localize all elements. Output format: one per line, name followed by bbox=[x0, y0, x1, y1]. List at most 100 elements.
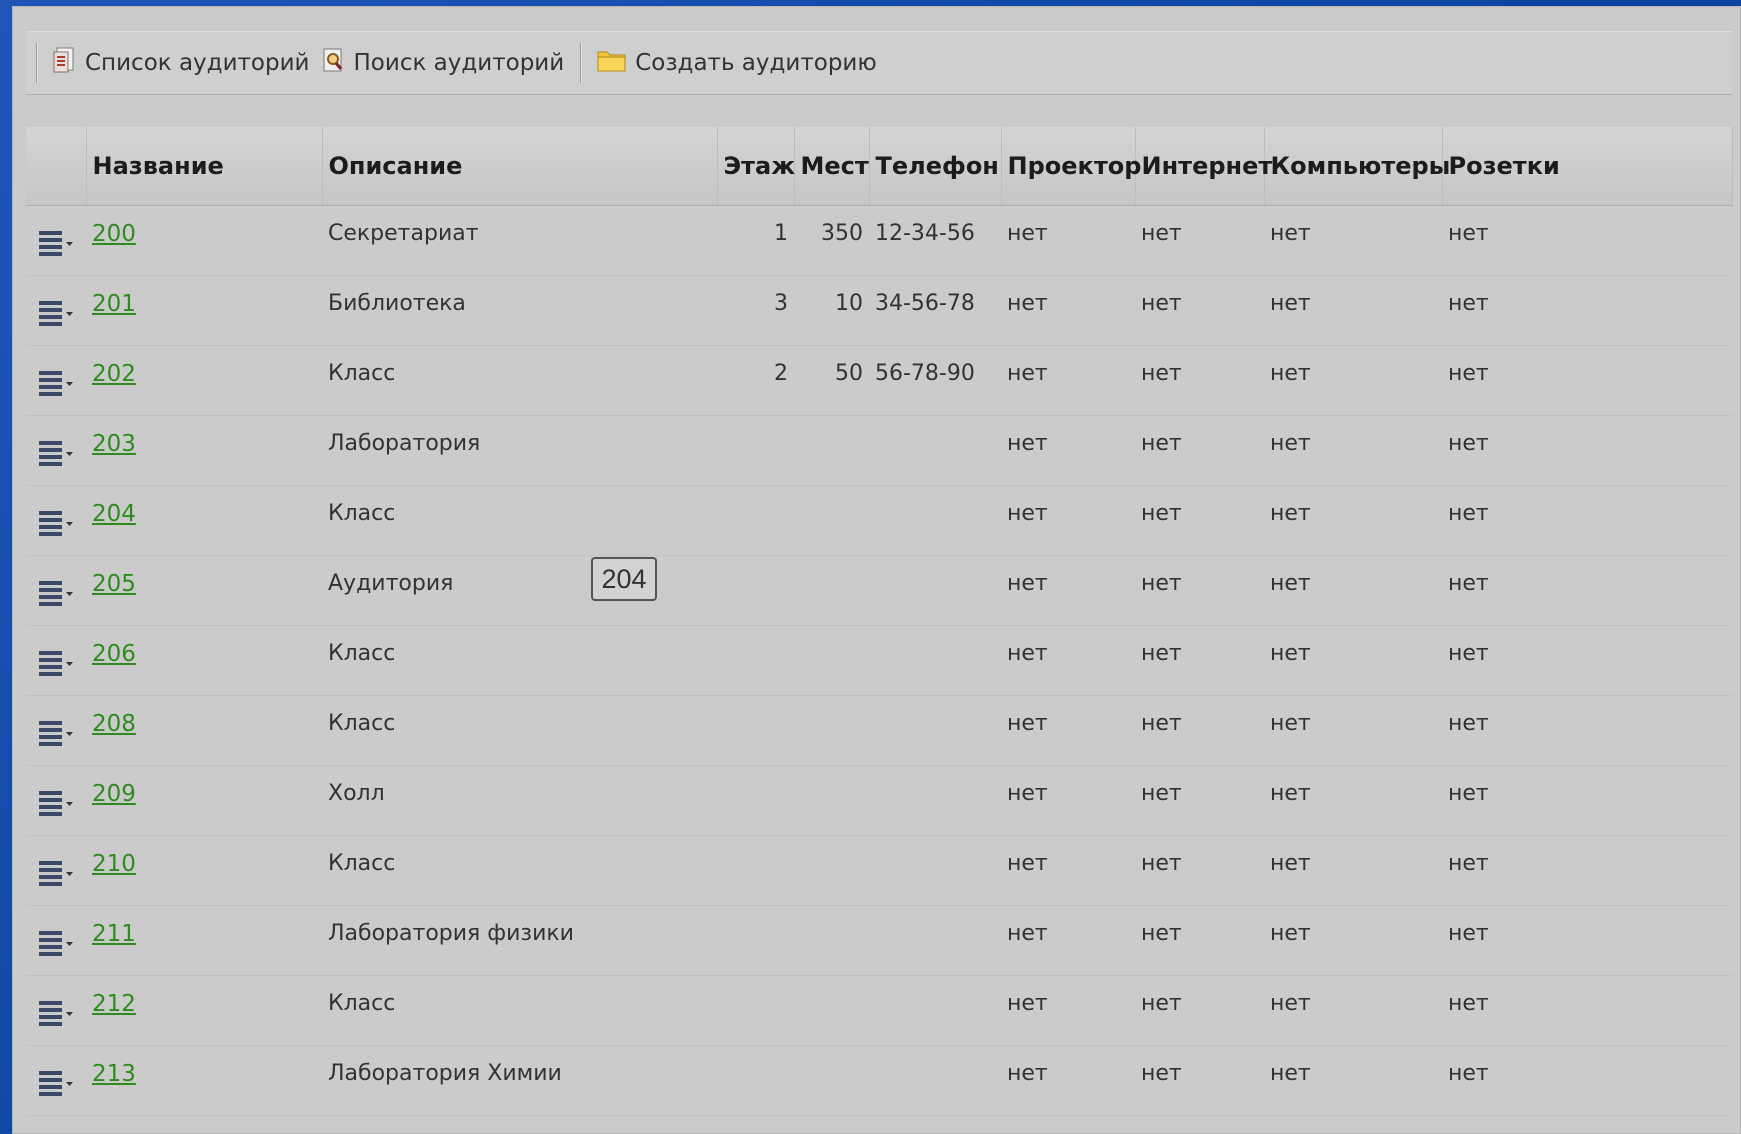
room-projector-cell: нет bbox=[1001, 415, 1135, 486]
room-floor-cell bbox=[717, 555, 794, 626]
room-description-cell: Класс bbox=[322, 485, 717, 556]
room-name-link[interactable]: 203 bbox=[92, 431, 136, 457]
table-row: 212 Класс нет нет нет нет bbox=[26, 975, 1732, 1046]
column-header-projector[interactable]: Проектор bbox=[1001, 127, 1141, 206]
create-classroom-button[interactable]: Создать аудиторию bbox=[591, 47, 883, 79]
row-menu-cell bbox=[26, 555, 86, 626]
room-seats-cell bbox=[794, 975, 869, 1046]
row-menu-button[interactable] bbox=[38, 788, 78, 824]
column-header-computers[interactable]: Компьютеры bbox=[1264, 127, 1450, 206]
table-header-row: Название Описание Этаж Мест Телефон Прое… bbox=[26, 127, 1733, 206]
room-description-cell: Лаборатория bbox=[322, 415, 717, 486]
row-menu-button[interactable] bbox=[38, 928, 78, 964]
room-description-cell: Класс bbox=[322, 835, 717, 906]
room-computers-cell: нет bbox=[1264, 485, 1442, 556]
row-menu-button[interactable] bbox=[38, 228, 78, 264]
row-menu-icon bbox=[38, 928, 78, 964]
room-phone-cell bbox=[869, 625, 1001, 696]
row-menu-button[interactable] bbox=[38, 298, 78, 334]
table-row: 205 Аудитория нет нет нет нет bbox=[26, 555, 1732, 626]
table-row: 200 Секретариат 1 350 12-34-56 нет нет н… bbox=[26, 205, 1732, 276]
room-description-cell: Библиотека bbox=[322, 275, 717, 346]
room-sockets-cell: нет bbox=[1442, 835, 1732, 906]
content-panel: Список аудиторий Поиск аудиторий Создать… bbox=[12, 6, 1741, 1134]
room-name-link[interactable]: 213 bbox=[92, 1061, 136, 1087]
room-sockets-cell: нет bbox=[1442, 345, 1732, 416]
room-computers-cell: нет bbox=[1264, 345, 1442, 416]
room-sockets-cell: нет bbox=[1442, 1045, 1732, 1116]
room-name-link[interactable]: 206 bbox=[92, 641, 136, 667]
room-name-cell: 201 bbox=[86, 275, 322, 346]
row-menu-button[interactable] bbox=[38, 998, 78, 1034]
room-name-link[interactable]: 205 bbox=[92, 571, 136, 597]
room-name-link[interactable]: 202 bbox=[92, 361, 136, 387]
column-header-seats[interactable]: Мест bbox=[794, 127, 870, 206]
search-classrooms-button[interactable]: Поиск аудиторий bbox=[316, 47, 571, 79]
row-menu-cell bbox=[26, 415, 86, 486]
room-internet-cell: нет bbox=[1135, 345, 1264, 416]
column-header-description[interactable]: Описание bbox=[322, 127, 718, 206]
toolbar: Список аудиторий Поиск аудиторий Создать… bbox=[26, 31, 1732, 95]
list-classrooms-button[interactable]: Список аудиторий bbox=[47, 47, 316, 79]
room-seats-cell bbox=[794, 1045, 869, 1116]
room-seats-cell bbox=[794, 695, 869, 766]
table-row: 206 Класс нет нет нет нет bbox=[26, 625, 1732, 696]
room-sockets-cell: нет bbox=[1442, 555, 1732, 626]
row-menu-cell bbox=[26, 975, 86, 1046]
room-description-cell: Класс bbox=[322, 625, 717, 696]
room-name-cell: 206 bbox=[86, 625, 322, 696]
room-sockets-cell: нет bbox=[1442, 975, 1732, 1046]
table-body: 200 Секретариат 1 350 12-34-56 нет нет н… bbox=[26, 205, 1732, 1116]
column-header-phone[interactable]: Телефон bbox=[869, 127, 1002, 206]
room-name-link[interactable]: 208 bbox=[92, 711, 136, 737]
room-name-cell: 204 bbox=[86, 485, 322, 556]
room-computers-cell: нет bbox=[1264, 905, 1442, 976]
room-name-link[interactable]: 212 bbox=[92, 991, 136, 1017]
column-header-internet[interactable]: Интернет bbox=[1135, 127, 1272, 206]
room-name-cell: 210 bbox=[86, 835, 322, 906]
row-menu-cell bbox=[26, 765, 86, 836]
row-menu-button[interactable] bbox=[38, 648, 78, 684]
room-computers-cell: нет bbox=[1264, 1045, 1442, 1116]
column-header-name[interactable]: Название bbox=[86, 127, 323, 206]
room-name-link[interactable]: 200 bbox=[92, 221, 136, 247]
row-menu-button[interactable] bbox=[38, 508, 78, 544]
room-phone-cell: 56-78-90 bbox=[869, 345, 1001, 416]
room-sockets-cell: нет bbox=[1442, 205, 1732, 276]
room-computers-cell: нет bbox=[1264, 765, 1442, 836]
room-name-cell: 208 bbox=[86, 695, 322, 766]
table-row: 213 Лаборатория Химии нет нет нет нет bbox=[26, 1045, 1732, 1116]
room-floor-cell bbox=[717, 765, 794, 836]
row-menu-button[interactable] bbox=[38, 1068, 78, 1104]
row-menu-button[interactable] bbox=[38, 858, 78, 894]
room-name-link[interactable]: 204 bbox=[92, 501, 136, 527]
room-seats-cell bbox=[794, 625, 869, 696]
room-sockets-cell: нет bbox=[1442, 625, 1732, 696]
table-row: 208 Класс нет нет нет нет bbox=[26, 695, 1732, 766]
column-header-sockets[interactable]: Розетки bbox=[1442, 127, 1733, 206]
room-name-cell: 212 bbox=[86, 975, 322, 1046]
row-menu-icon bbox=[38, 1068, 78, 1104]
room-description-cell: Класс bbox=[322, 345, 717, 416]
row-menu-button[interactable] bbox=[38, 578, 78, 614]
room-name-link[interactable]: 211 bbox=[92, 921, 136, 947]
table-row: 201 Библиотека 3 10 34-56-78 нет нет нет… bbox=[26, 275, 1732, 346]
column-header-menu bbox=[26, 127, 87, 206]
room-internet-cell: нет bbox=[1135, 625, 1264, 696]
row-menu-cell bbox=[26, 905, 86, 976]
room-internet-cell: нет bbox=[1135, 835, 1264, 906]
room-floor-cell bbox=[717, 625, 794, 696]
room-name-link[interactable]: 201 bbox=[92, 291, 136, 317]
room-projector-cell: нет bbox=[1001, 765, 1135, 836]
room-sockets-cell: нет bbox=[1442, 415, 1732, 486]
row-menu-button[interactable] bbox=[38, 718, 78, 754]
room-name-cell: 209 bbox=[86, 765, 322, 836]
room-phone-cell bbox=[869, 835, 1001, 906]
row-menu-button[interactable] bbox=[38, 438, 78, 474]
room-projector-cell: нет bbox=[1001, 695, 1135, 766]
room-name-cell: 203 bbox=[86, 415, 322, 486]
column-header-floor[interactable]: Этаж bbox=[717, 127, 795, 206]
room-name-link[interactable]: 209 bbox=[92, 781, 136, 807]
row-menu-button[interactable] bbox=[38, 368, 78, 404]
room-name-link[interactable]: 210 bbox=[92, 851, 136, 877]
